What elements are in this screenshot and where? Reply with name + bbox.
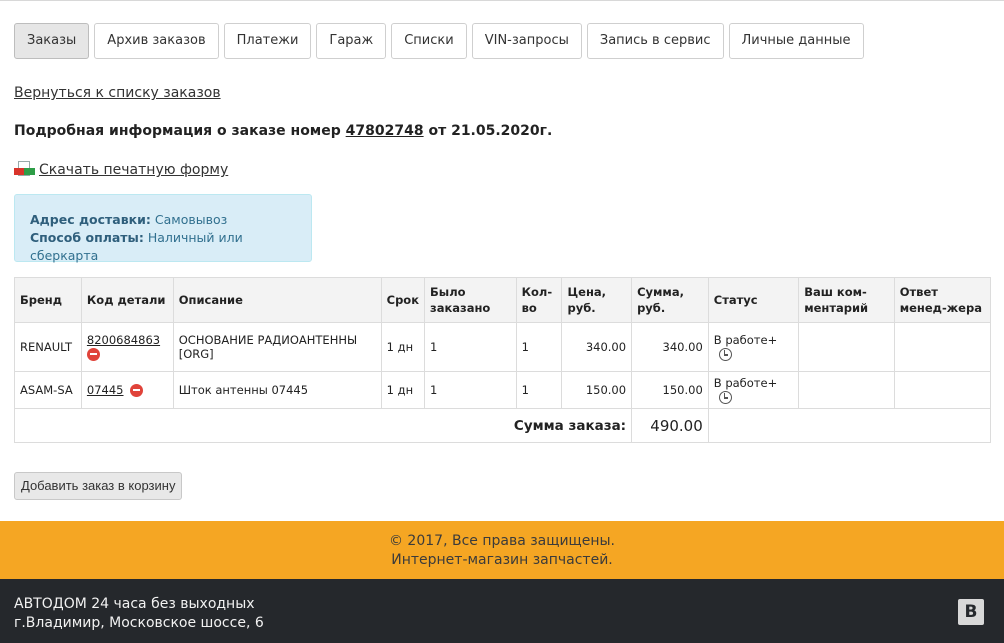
tab-orders-archive[interactable]: Архив заказов <box>94 23 219 59</box>
delivery-label: Адрес доставки: <box>30 212 151 227</box>
history-icon[interactable] <box>718 348 732 361</box>
order-total-label: Сумма заказа: <box>13 408 633 443</box>
col-sum: Сумма, руб. <box>631 277 709 323</box>
cell-reply <box>893 322 992 372</box>
footer-contacts: АВТОДОМ 24 часа без выходных г.Владимир,… <box>0 579 1004 643</box>
vk-social-icon[interactable]: B <box>958 599 984 625</box>
cell-term: 1 дн <box>380 371 426 409</box>
tab-payments[interactable]: Платежи <box>223 23 312 59</box>
cell-code: 07445 <box>80 371 174 409</box>
tab-personal-data[interactable]: Личные данные <box>728 23 864 59</box>
cell-ordered: 1 <box>424 371 517 409</box>
col-ordered: Было заказано <box>424 277 517 323</box>
tab-orders[interactable]: Заказы <box>14 23 90 59</box>
order-number-link[interactable]: 47802748 <box>346 123 424 139</box>
order-heading-date: от 21.05.2020г. <box>428 123 553 139</box>
cell-sum: 150.00 <box>631 371 709 409</box>
tab-garage[interactable]: Гараж <box>316 23 387 59</box>
cell-brand: RENAULT <box>14 322 82 372</box>
delivery-info-box: Адрес доставки: Самовывоз Способ оплаты:… <box>14 194 312 265</box>
total-row: Сумма заказа: 490.00 <box>13 408 992 443</box>
cell-code: 8200684863 <box>80 322 174 372</box>
download-print-form: Скачать печатную форму <box>14 161 228 179</box>
remove-icon[interactable] <box>86 348 100 361</box>
col-reply: Ответ менед-жера <box>893 277 992 323</box>
table-row: ASAM-SA 07445 Шток антенны 07445 1 дн 1 … <box>14 371 992 409</box>
part-code-link[interactable]: 8200684863 <box>87 333 160 347</box>
order-heading: Подробная информация о заказе номер 4780… <box>14 123 552 139</box>
table-row: RENAULT 8200684863 ОСНОВАНИЕ РАДИОАНТЕНН… <box>14 322 992 372</box>
company-address: г.Владимир, Московское шоссе, 6 <box>14 615 264 631</box>
history-icon[interactable] <box>718 391 732 404</box>
table-header-row: Бренд Код детали Описание Срок Было зака… <box>14 277 992 323</box>
part-code-link[interactable]: 07445 <box>87 383 124 397</box>
tab-lists[interactable]: Списки <box>391 23 467 59</box>
company-name: АВТОДОМ 24 часа без выходных <box>14 596 255 612</box>
col-qty: Кол-во <box>515 277 563 323</box>
cell-sum: 340.00 <box>631 322 709 372</box>
tab-vin-requests[interactable]: VIN-запросы <box>471 23 582 59</box>
cell-comment <box>798 322 895 372</box>
cell-brand: ASAM-SA <box>14 371 82 409</box>
cell-description: Шток антенны 07445 <box>172 371 382 409</box>
col-comment: Ваш ком-ментарий <box>798 277 895 323</box>
col-code: Код детали <box>80 277 174 323</box>
shop-tagline: Интернет-магазин запчастей. <box>391 552 613 568</box>
delivery-row: Адрес доставки: Самовывоз <box>30 211 296 229</box>
cell-status: В работе+ <box>707 371 800 409</box>
footer-copyright: © 2017, Все права защищены. Интернет-маг… <box>0 521 1004 579</box>
cell-reply <box>893 371 992 409</box>
order-items-table: Бренд Код детали Описание Срок Было зака… <box>13 277 992 443</box>
col-price: Цена, руб. <box>561 277 633 323</box>
cell-qty: 1 <box>515 322 563 372</box>
payment-row: Способ оплаты: Наличный или сберкарта <box>30 229 296 265</box>
col-term: Срок <box>380 277 426 323</box>
cell-price: 340.00 <box>561 322 633 372</box>
remove-icon[interactable] <box>130 384 144 397</box>
copyright-text: © 2017, Все права защищены. <box>388 533 615 549</box>
top-divider <box>0 0 1004 1</box>
col-status: Статус <box>707 277 800 323</box>
order-heading-prefix: Подробная информация о заказе номер <box>14 123 341 139</box>
pdf-xls-file-icon[interactable] <box>14 161 36 179</box>
cell-qty: 1 <box>515 371 563 409</box>
add-order-to-cart-button[interactable]: Добавить заказ в корзину <box>14 472 183 500</box>
col-description: Описание <box>172 277 382 323</box>
col-brand: Бренд <box>14 277 82 323</box>
back-to-orders-link[interactable]: Вернуться к списку заказов <box>14 85 221 101</box>
cell-term: 1 дн <box>380 322 426 372</box>
status-text: В работе+ <box>713 376 778 390</box>
payment-label: Способ оплаты: <box>30 230 144 245</box>
cell-price: 150.00 <box>561 371 633 409</box>
cell-comment <box>798 371 895 409</box>
download-print-form-link[interactable]: Скачать печатную форму <box>39 162 228 178</box>
cell-status: В работе+ <box>707 322 800 372</box>
account-tabs: Заказы Архив заказов Платежи Гараж Списк… <box>14 23 869 59</box>
cell-ordered: 1 <box>424 322 517 372</box>
tab-service-booking[interactable]: Запись в сервис <box>586 23 724 59</box>
delivery-value: Самовывоз <box>154 212 228 227</box>
total-row-filler <box>707 408 992 443</box>
order-total-value: 490.00 <box>631 408 709 443</box>
status-text: В работе+ <box>713 333 778 347</box>
cell-description: ОСНОВАНИЕ РАДИОАНТЕННЫ [ORG] <box>172 322 382 372</box>
